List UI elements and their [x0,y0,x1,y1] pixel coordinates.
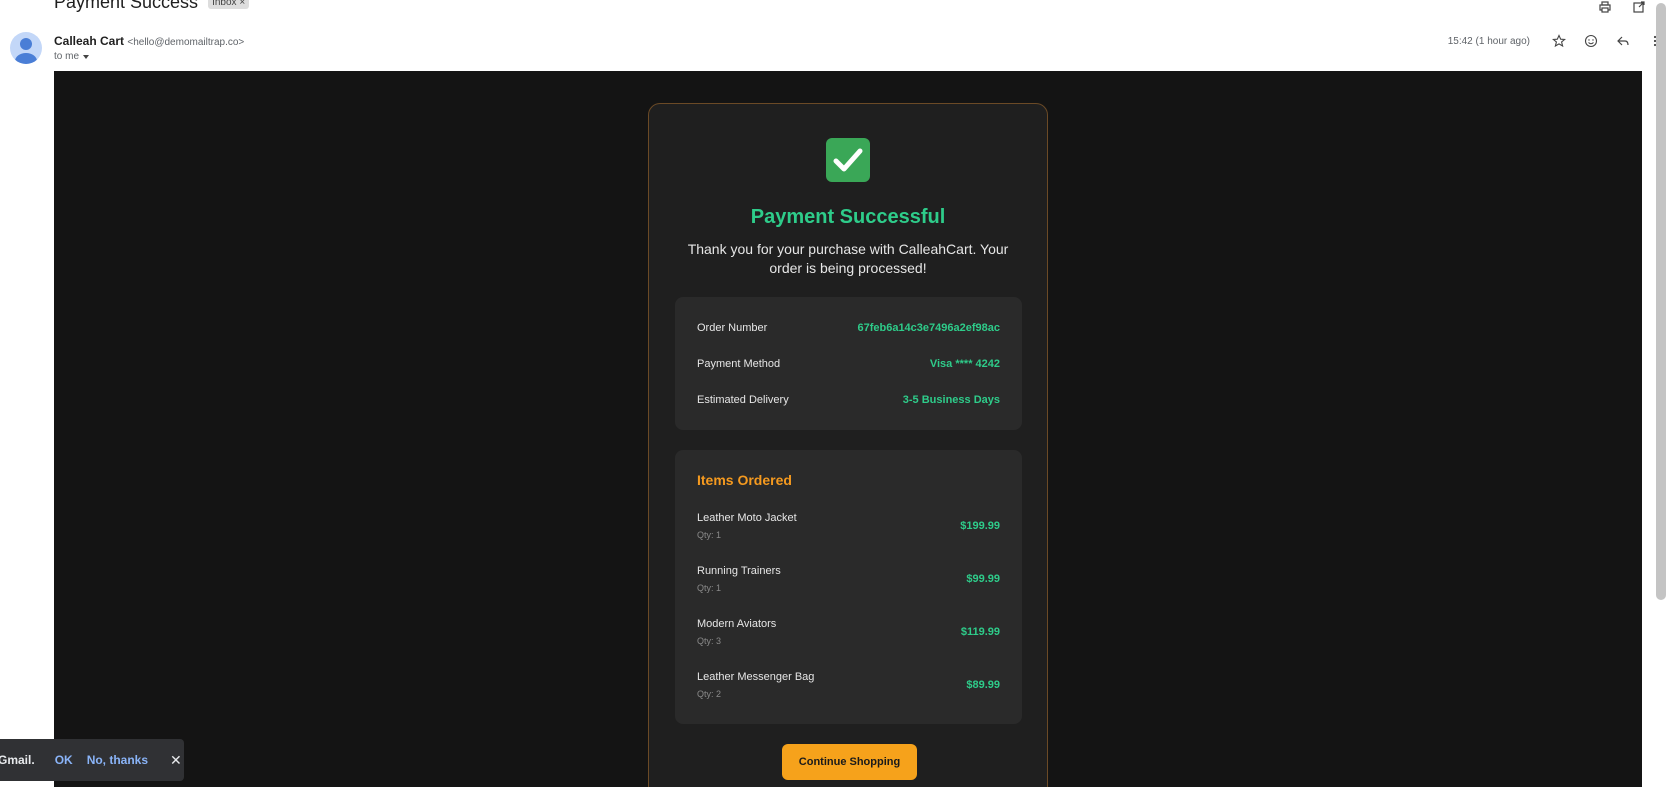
order-info-panel: Order Number 67feb6a14c3e7496a2ef98ac Pa… [675,297,1022,430]
item-name: Leather Moto Jacket [697,512,797,524]
emoji-reaction-icon[interactable] [1582,32,1600,50]
chevron-down-icon[interactable] [82,53,90,61]
item-qty: Qty: 2 [697,689,722,699]
sender-avatar[interactable] [10,32,42,64]
scrollbar-thumb[interactable] [1656,3,1666,600]
items-ordered-panel: Items Ordered Leather Moto Jacket Qty: 1… [675,450,1022,724]
item-qty: Qty: 1 [697,530,722,540]
info-row-payment-method: Payment Method Visa **** 4242 [697,358,1000,370]
item-name: Leather Messenger Bag [697,671,815,683]
top-actions [1596,0,1648,16]
info-row-estimated-delivery: Estimated Delivery 3-5 Business Days [697,394,1000,406]
open-new-window-icon[interactable] [1630,0,1648,16]
list-item: Leather Moto Jacket Qty: 1 $199.99 [697,512,1000,548]
list-item: Running Trainers Qty: 1 $99.99 [697,565,1000,601]
inbox-chip-close[interactable]: × [239,0,245,8]
item-qty: Qty: 3 [697,636,722,646]
checkmark-icon [826,138,870,182]
toast-dismiss-button[interactable]: No, thanks [87,753,148,767]
info-value: Visa **** 4242 [929,358,1000,370]
success-title: Payment Successful [750,206,946,228]
sender-name[interactable]: Calleah Cart [54,34,124,48]
check-emoji [649,138,1047,187]
reply-icon[interactable] [1614,32,1632,50]
item-qty: Qty: 1 [697,583,722,593]
recipient-details[interactable]: to me [54,51,90,62]
message-time: 15:42 (1 hour ago) [1447,35,1530,47]
info-label: Order Number [697,322,768,334]
continue-shopping-button[interactable]: Continue Shopping [782,744,917,780]
item-price: $119.99 [960,626,1000,638]
info-value: 67feb6a14c3e7496a2ef98ac [857,322,1000,334]
item-name: Modern Aviators [697,618,777,630]
info-label: Payment Method [697,358,781,370]
info-label: Estimated Delivery [697,394,789,406]
recipient-label: to me [54,51,80,62]
sender-address: <hello@demomailtrap.co> [127,37,245,48]
success-message: Thank you for your purchase with Calleah… [687,241,1009,276]
item-name: Running Trainers [697,565,781,577]
subject-row: Payment Success Inbox × [54,0,250,13]
item-price: $89.99 [966,679,1000,691]
notification-toast: Gmail. OK No, thanks ✕ [0,739,184,781]
email-subject: Payment Success [54,0,199,12]
toast-text: Gmail. [0,753,35,767]
message-meta: 15:42 (1 hour ago) [1448,32,1664,50]
inbox-label-chip[interactable]: Inbox × [208,0,250,9]
inbox-chip-label: Inbox [212,0,237,8]
info-value: 3-5 Business Days [902,394,1000,406]
sender-line: Calleah Cart <hello@demomailtrap.co> [54,34,244,48]
item-price: $199.99 [960,520,1000,532]
info-row-order-number: Order Number 67feb6a14c3e7496a2ef98ac [697,322,1000,334]
list-item: Leather Messenger Bag Qty: 2 $89.99 [697,671,1000,707]
star-icon[interactable] [1550,32,1568,50]
payment-card: Payment Successful Thank you for your pu… [648,103,1048,787]
close-icon[interactable]: ✕ [170,752,182,769]
item-price: $99.99 [966,573,1000,585]
items-title: Items Ordered [697,472,792,488]
toast-ok-button[interactable]: OK [55,753,73,767]
print-icon[interactable] [1596,0,1614,16]
list-item: Modern Aviators Qty: 3 $119.99 [697,618,1000,654]
email-body: Payment Successful Thank you for your pu… [54,71,1642,787]
